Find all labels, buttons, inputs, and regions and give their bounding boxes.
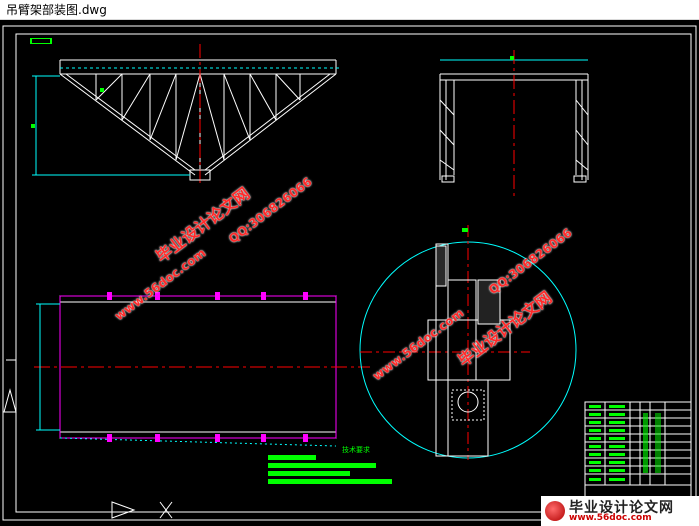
logo-url: www.56doc.com bbox=[569, 513, 652, 523]
logo-mark-icon bbox=[545, 501, 565, 521]
site-logo: 毕业设计论文网 www.56doc.com bbox=[541, 496, 699, 526]
tech-requirements: 技术要求 bbox=[268, 445, 392, 484]
title-block bbox=[584, 401, 692, 511]
direction-marker bbox=[111, 501, 136, 519]
inner-frame bbox=[15, 33, 692, 513]
truss-side-view bbox=[439, 50, 589, 200]
window-titlebar: 吊臂架部装图.dwg bbox=[0, 0, 699, 20]
cad-drawing: 技术要求 bbox=[2, 25, 697, 521]
cad-drawing-canvas[interactable]: 技术要求 毕业设计论文网 www.56doc.com QQ:306826066 … bbox=[0, 20, 699, 526]
section-marker bbox=[3, 388, 17, 413]
truss-plan-view bbox=[34, 292, 370, 447]
window-title: 吊臂架部装图.dwg bbox=[6, 3, 107, 17]
truss-front-view bbox=[31, 44, 340, 185]
tech-requirements-title: 技术要求 bbox=[342, 445, 370, 454]
